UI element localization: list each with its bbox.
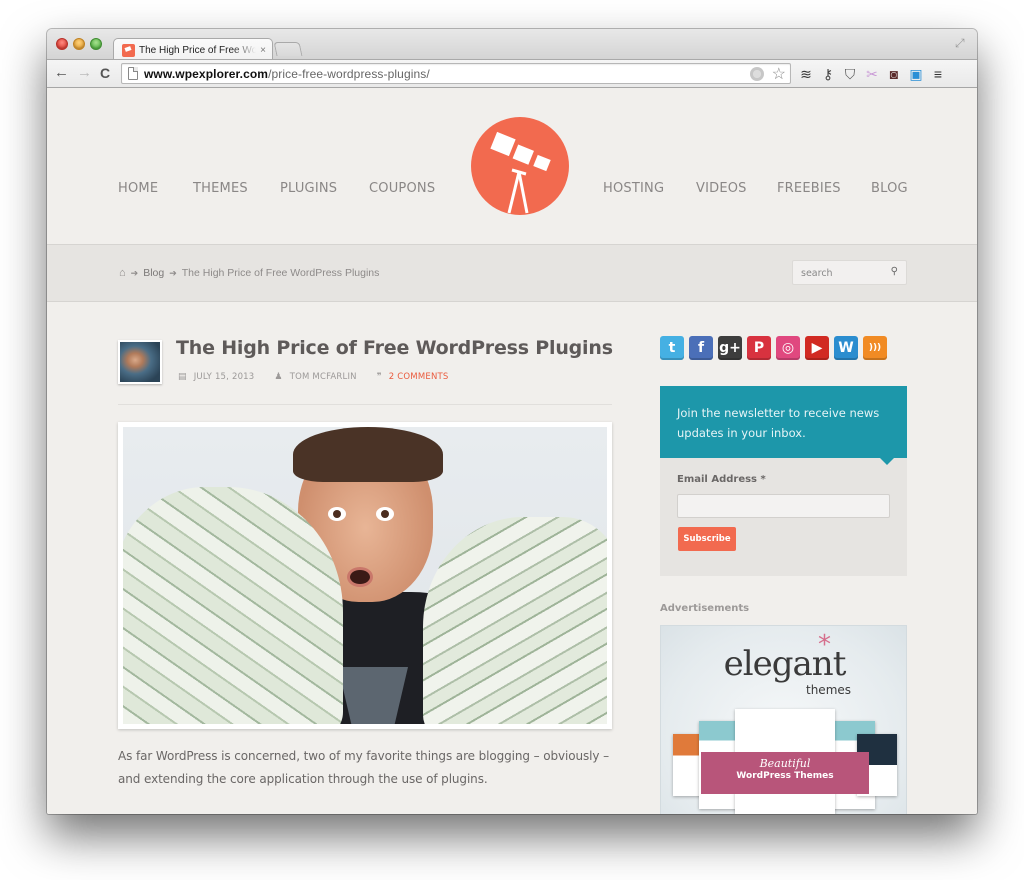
pinterest-icon[interactable]: P [747,336,771,360]
browser-tab[interactable]: The High Price of Free WordPress Plugins… [113,38,273,60]
fullscreen-icon[interactable]: ⤢ [955,37,967,49]
pocket-icon[interactable]: ⛉ [841,65,859,83]
nav-blog[interactable]: BLOG [871,181,908,196]
page-icon [128,67,138,80]
minimize-window-button[interactable] [73,38,85,50]
featured-image [118,422,612,729]
forward-button[interactable]: → [77,64,92,82]
url-path: /price-free-wordpress-plugins/ [268,67,430,81]
scissors-icon[interactable]: ✂ [863,65,881,83]
layers-icon[interactable]: ≋ [797,65,815,83]
breadcrumb-separator-icon: ➔ [130,267,139,278]
email-label: Email Address * [677,474,766,485]
post-paragraph: As far WordPress is concerned, two of my… [118,749,609,786]
home-icon[interactable]: ⌂ [119,267,126,279]
breadcrumb-bar: ⌂ ➔ Blog ➔ The High Price of Free WordPr… [47,244,977,302]
page-action-icon[interactable] [750,67,764,81]
nav-videos[interactable]: VIDEOS [696,181,747,196]
url-text[interactable]: www.wpexplorer.com/price-free-wordpress-… [144,67,430,81]
post-meta: ▤ JULY 15, 2013 ♟ TOM MCFARLIN ❞ 2 COMME… [178,372,469,382]
browser-toolbar: ← → C www.wpexplorer.com/price-free-word… [47,59,977,88]
screenshot-icon[interactable]: ▣ [907,65,925,83]
tab-strip: The High Price of Free WordPress Plugins… [47,29,977,60]
nav-home[interactable]: HOME [118,181,158,196]
zoom-window-button[interactable] [90,38,102,50]
subscribe-button[interactable]: Subscribe [678,527,736,551]
post-date: JULY 15, 2013 [193,372,255,382]
ad-brand-sub: themes [806,683,852,697]
site-logo[interactable] [471,117,569,215]
post-title: The High Price of Free WordPress Plugins [176,337,613,359]
calendar-icon: ▤ [178,372,187,382]
user-icon: ♟ [274,372,283,382]
breadcrumb-blog-link[interactable]: Blog [143,267,164,279]
email-field[interactable] [677,494,890,518]
favicon-icon [122,43,135,57]
rss-icon[interactable]: ))) [863,336,887,360]
incognito-icon[interactable]: ◙ [885,65,903,83]
facebook-icon[interactable]: f [689,336,713,360]
ad-ribbon: Beautiful WordPress Themes [701,752,869,794]
nav-hosting[interactable]: HOSTING [603,181,664,196]
nav-plugins[interactable]: PLUGINS [280,181,337,196]
nav-freebies[interactable]: FREEBIES [777,181,841,196]
site-header: HOME THEMES PLUGINS COUPONS HOSTING VIDE… [47,88,977,244]
google-plus-icon[interactable]: g+ [718,336,742,360]
menu-icon[interactable]: ≡ [929,65,947,83]
tab-close-icon[interactable]: × [260,45,266,56]
ad-banner[interactable]: * elegant themes Beautiful WordPress The… [660,625,907,814]
new-tab-button[interactable] [273,42,303,56]
tab-title: The High Price of Free WordPress Plugins [139,44,257,56]
ads-heading: Advertisements [660,603,750,614]
back-button[interactable]: ← [54,64,69,82]
newsletter-header: Join the newsletter to receive news upda… [660,386,907,465]
post-comments-link[interactable]: 2 COMMENTS [389,372,449,382]
dribbble-icon[interactable]: ◎ [776,336,800,360]
telescope-icon [490,131,551,214]
breadcrumb-separator-icon: ➔ [169,267,177,278]
search-icon[interactable]: ⚲ [891,266,898,277]
breadcrumb: ⌂ ➔ Blog ➔ The High Price of Free WordPr… [119,267,379,279]
social-icons: t f g+ P ◎ ▶ W))) [660,336,887,360]
browser-window: The High Price of Free WordPress Plugins… [47,29,977,814]
web-page: HOME THEMES PLUGINS COUPONS HOSTING VIDE… [47,88,977,814]
author-avatar[interactable] [118,340,162,384]
ad-brand: elegant [723,644,847,684]
url-domain: www.wpexplorer.com [144,67,269,81]
address-bar[interactable]: www.wpexplorer.com/price-free-wordpress-… [121,63,791,84]
bookmark-star-icon[interactable]: ☆ [772,64,786,84]
search-box: ⚲ [792,260,907,285]
key-icon[interactable]: ⚷ [819,65,837,83]
post-paragraph [118,805,612,814]
divider [118,404,612,405]
newsletter-widget: Join the newsletter to receive news upda… [660,386,907,576]
youtube-icon[interactable]: ▶ [805,336,829,360]
reload-button[interactable]: C [100,64,110,82]
post-body: As far WordPress is concerned, two of my… [118,745,612,814]
nav-coupons[interactable]: COUPONS [369,181,435,196]
nav-themes[interactable]: THEMES [193,181,248,196]
twitter-icon[interactable]: t [660,336,684,360]
close-window-button[interactable] [56,38,68,50]
post-author[interactable]: TOM MCFARLIN [290,372,357,382]
wordpress-icon[interactable]: W [834,336,858,360]
ad-tagline-1: Beautiful [759,757,811,770]
comments-icon: ❞ [376,372,382,382]
search-input[interactable] [801,266,881,280]
featured-photo [123,427,607,724]
breadcrumb-current: The High Price of Free WordPress Plugins [181,267,380,279]
ad-tagline-2: WordPress Themes [736,771,834,781]
newsletter-text: Join the newsletter to receive news upda… [677,406,880,440]
